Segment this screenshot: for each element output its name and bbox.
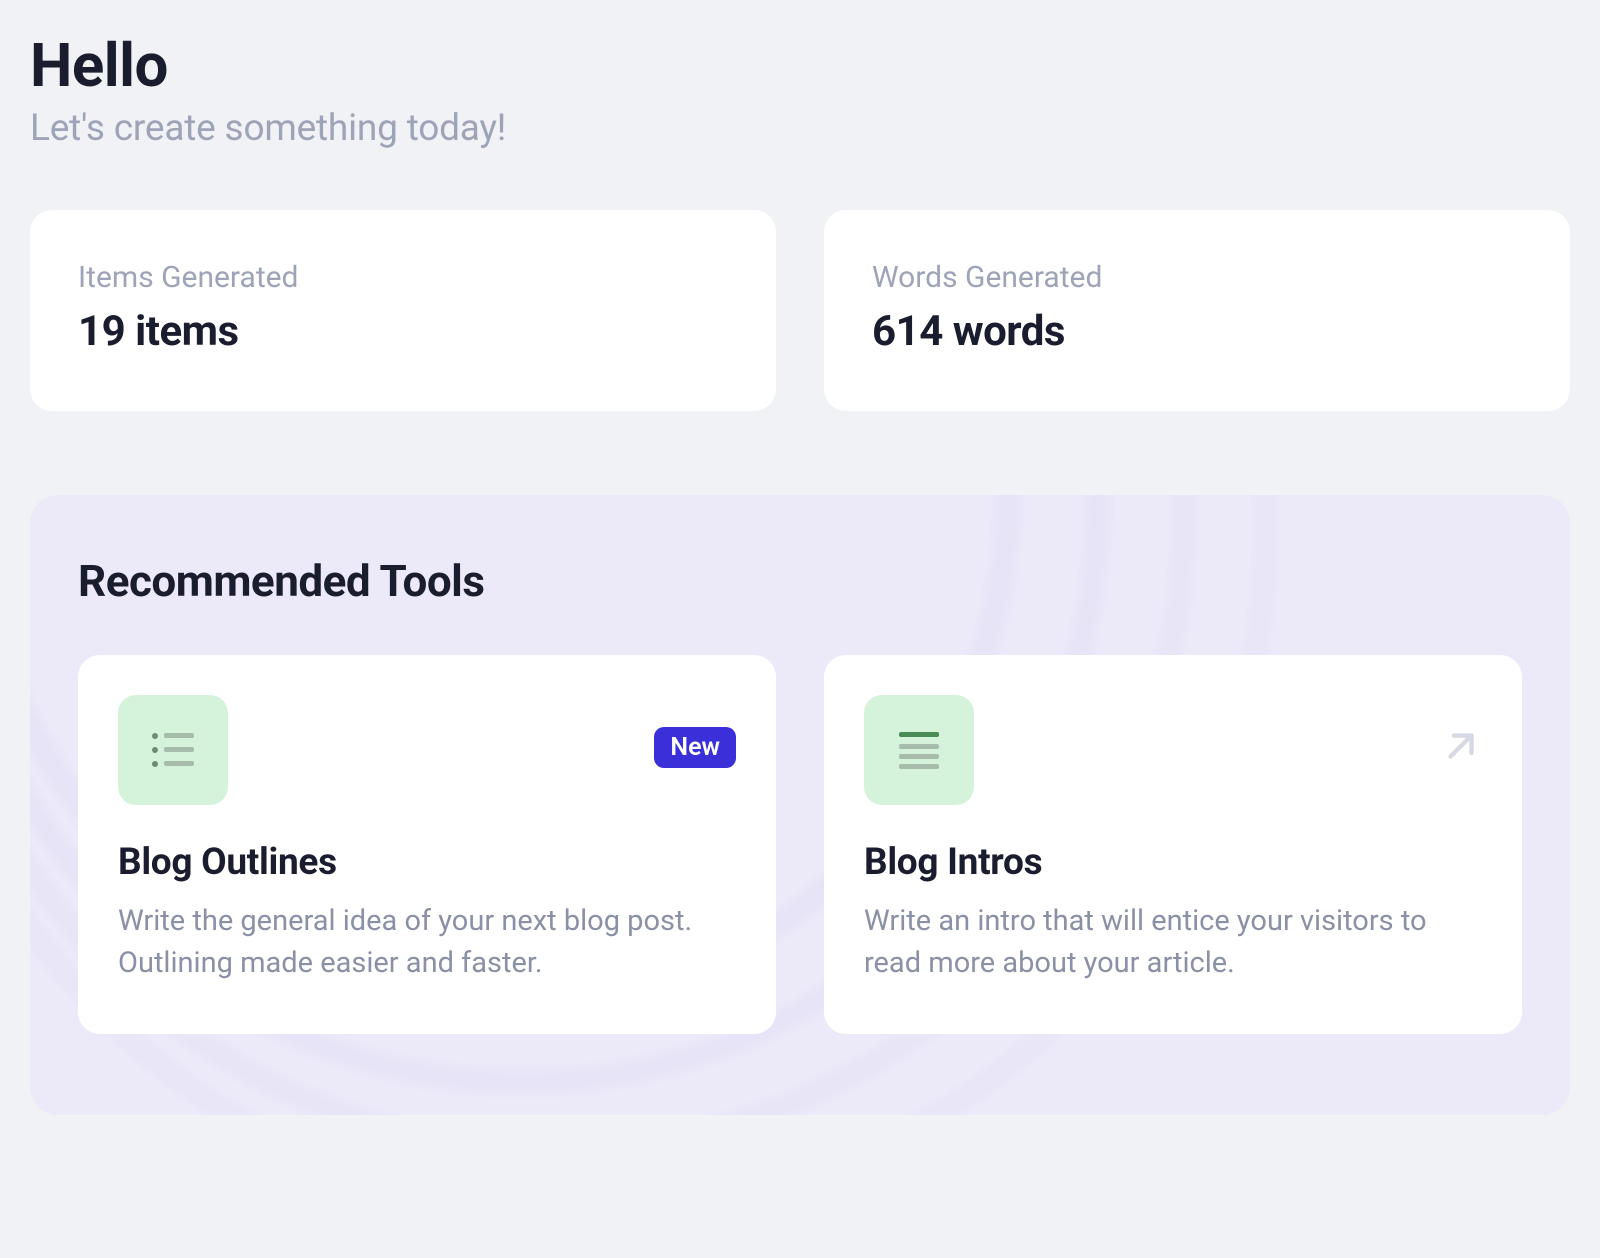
tool-description: Write the general idea of your next blog…	[118, 900, 736, 984]
greeting-title: Hello	[30, 30, 1570, 101]
paragraph-icon	[864, 695, 974, 805]
stat-card-items: Items Generated 19 items	[30, 210, 776, 411]
stat-value: 614 words	[872, 307, 1522, 356]
tool-card-blog-intros[interactable]: Blog Intros Write an intro that will ent…	[824, 655, 1522, 1034]
greeting-subtitle: Let's create something today!	[30, 107, 1570, 150]
arrow-up-right-icon	[1440, 725, 1482, 771]
stat-value: 19 items	[78, 307, 728, 356]
tools-grid: New Blog Outlines Write the general idea…	[78, 655, 1522, 1034]
stats-row: Items Generated 19 items Words Generated…	[30, 210, 1570, 411]
tool-description: Write an intro that will entice your vis…	[864, 900, 1482, 984]
stat-label: Items Generated	[78, 260, 728, 295]
tool-title: Blog Outlines	[118, 841, 736, 884]
tool-card-blog-outlines[interactable]: New Blog Outlines Write the general idea…	[78, 655, 776, 1034]
stat-label: Words Generated	[872, 260, 1522, 295]
recommended-tools-heading: Recommended Tools	[78, 555, 1522, 607]
tool-title: Blog Intros	[864, 841, 1482, 884]
stat-card-words: Words Generated 614 words	[824, 210, 1570, 411]
new-badge: New	[654, 727, 736, 768]
tool-card-header: New	[118, 695, 736, 805]
list-icon	[118, 695, 228, 805]
tool-card-header	[864, 695, 1482, 805]
recommended-tools-section: Recommended Tools New Blog Outlines Wr	[30, 495, 1570, 1115]
greeting-block: Hello Let's create something today!	[30, 30, 1570, 150]
